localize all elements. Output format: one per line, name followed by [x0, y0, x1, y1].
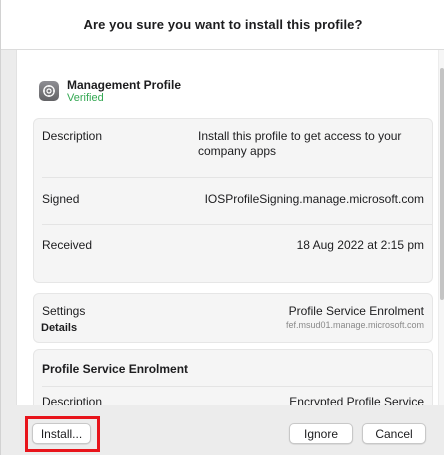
enrolment-card: Profile Service Enrolment Description En… [33, 349, 433, 405]
install-profile-window: Are you sure you want to install this pr… [0, 0, 444, 455]
settings-value: Profile Service Enrolment fef.msud01.man… [286, 304, 424, 330]
received-label: Received [42, 238, 93, 252]
description-label: Description [42, 129, 103, 143]
profile-info-card: Description Install this profile to get … [33, 118, 433, 283]
settings-label: Settings [42, 304, 86, 318]
dialog-title: Are you sure you want to install this pr… [1, 0, 444, 50]
settings-card: Settings Profile Service Enrolment fef.m… [33, 293, 433, 343]
enrolment-heading: Profile Service Enrolment [42, 362, 189, 376]
enrolment-description-value: Encrypted Profile Service [289, 395, 424, 405]
row-divider [42, 386, 432, 387]
signed-value: IOSProfileSigning.manage.microsoft.com [204, 192, 424, 206]
ignore-button[interactable]: Ignore [289, 423, 353, 444]
profile-details-scroll-area[interactable]: Management Profile Verified Description … [16, 50, 444, 405]
received-value: 18 Aug 2022 at 2:15 pm [296, 238, 424, 252]
signed-label: Signed [42, 192, 80, 206]
row-divider [42, 177, 432, 178]
profile-header: Management Profile Verified [39, 78, 181, 112]
settings-value-name: Profile Service Enrolment [288, 304, 424, 318]
cancel-button[interactable]: Cancel [362, 423, 426, 444]
profile-name: Management Profile [67, 78, 182, 92]
vertical-scrollbar[interactable] [438, 50, 444, 405]
row-divider [42, 224, 432, 225]
description-value: Install this profile to get access to yo… [198, 129, 402, 158]
install-button[interactable]: Install... [32, 423, 91, 444]
details-section-label: Details [41, 322, 78, 334]
verified-status: Verified [67, 92, 104, 104]
dialog-footer: Install... Ignore Cancel [1, 405, 444, 455]
enrolment-description-label: Description [42, 395, 103, 405]
settings-value-host: fef.msud01.manage.microsoft.com [285, 320, 424, 330]
scrollbar-thumb[interactable] [440, 68, 444, 300]
gear-icon [39, 81, 59, 101]
